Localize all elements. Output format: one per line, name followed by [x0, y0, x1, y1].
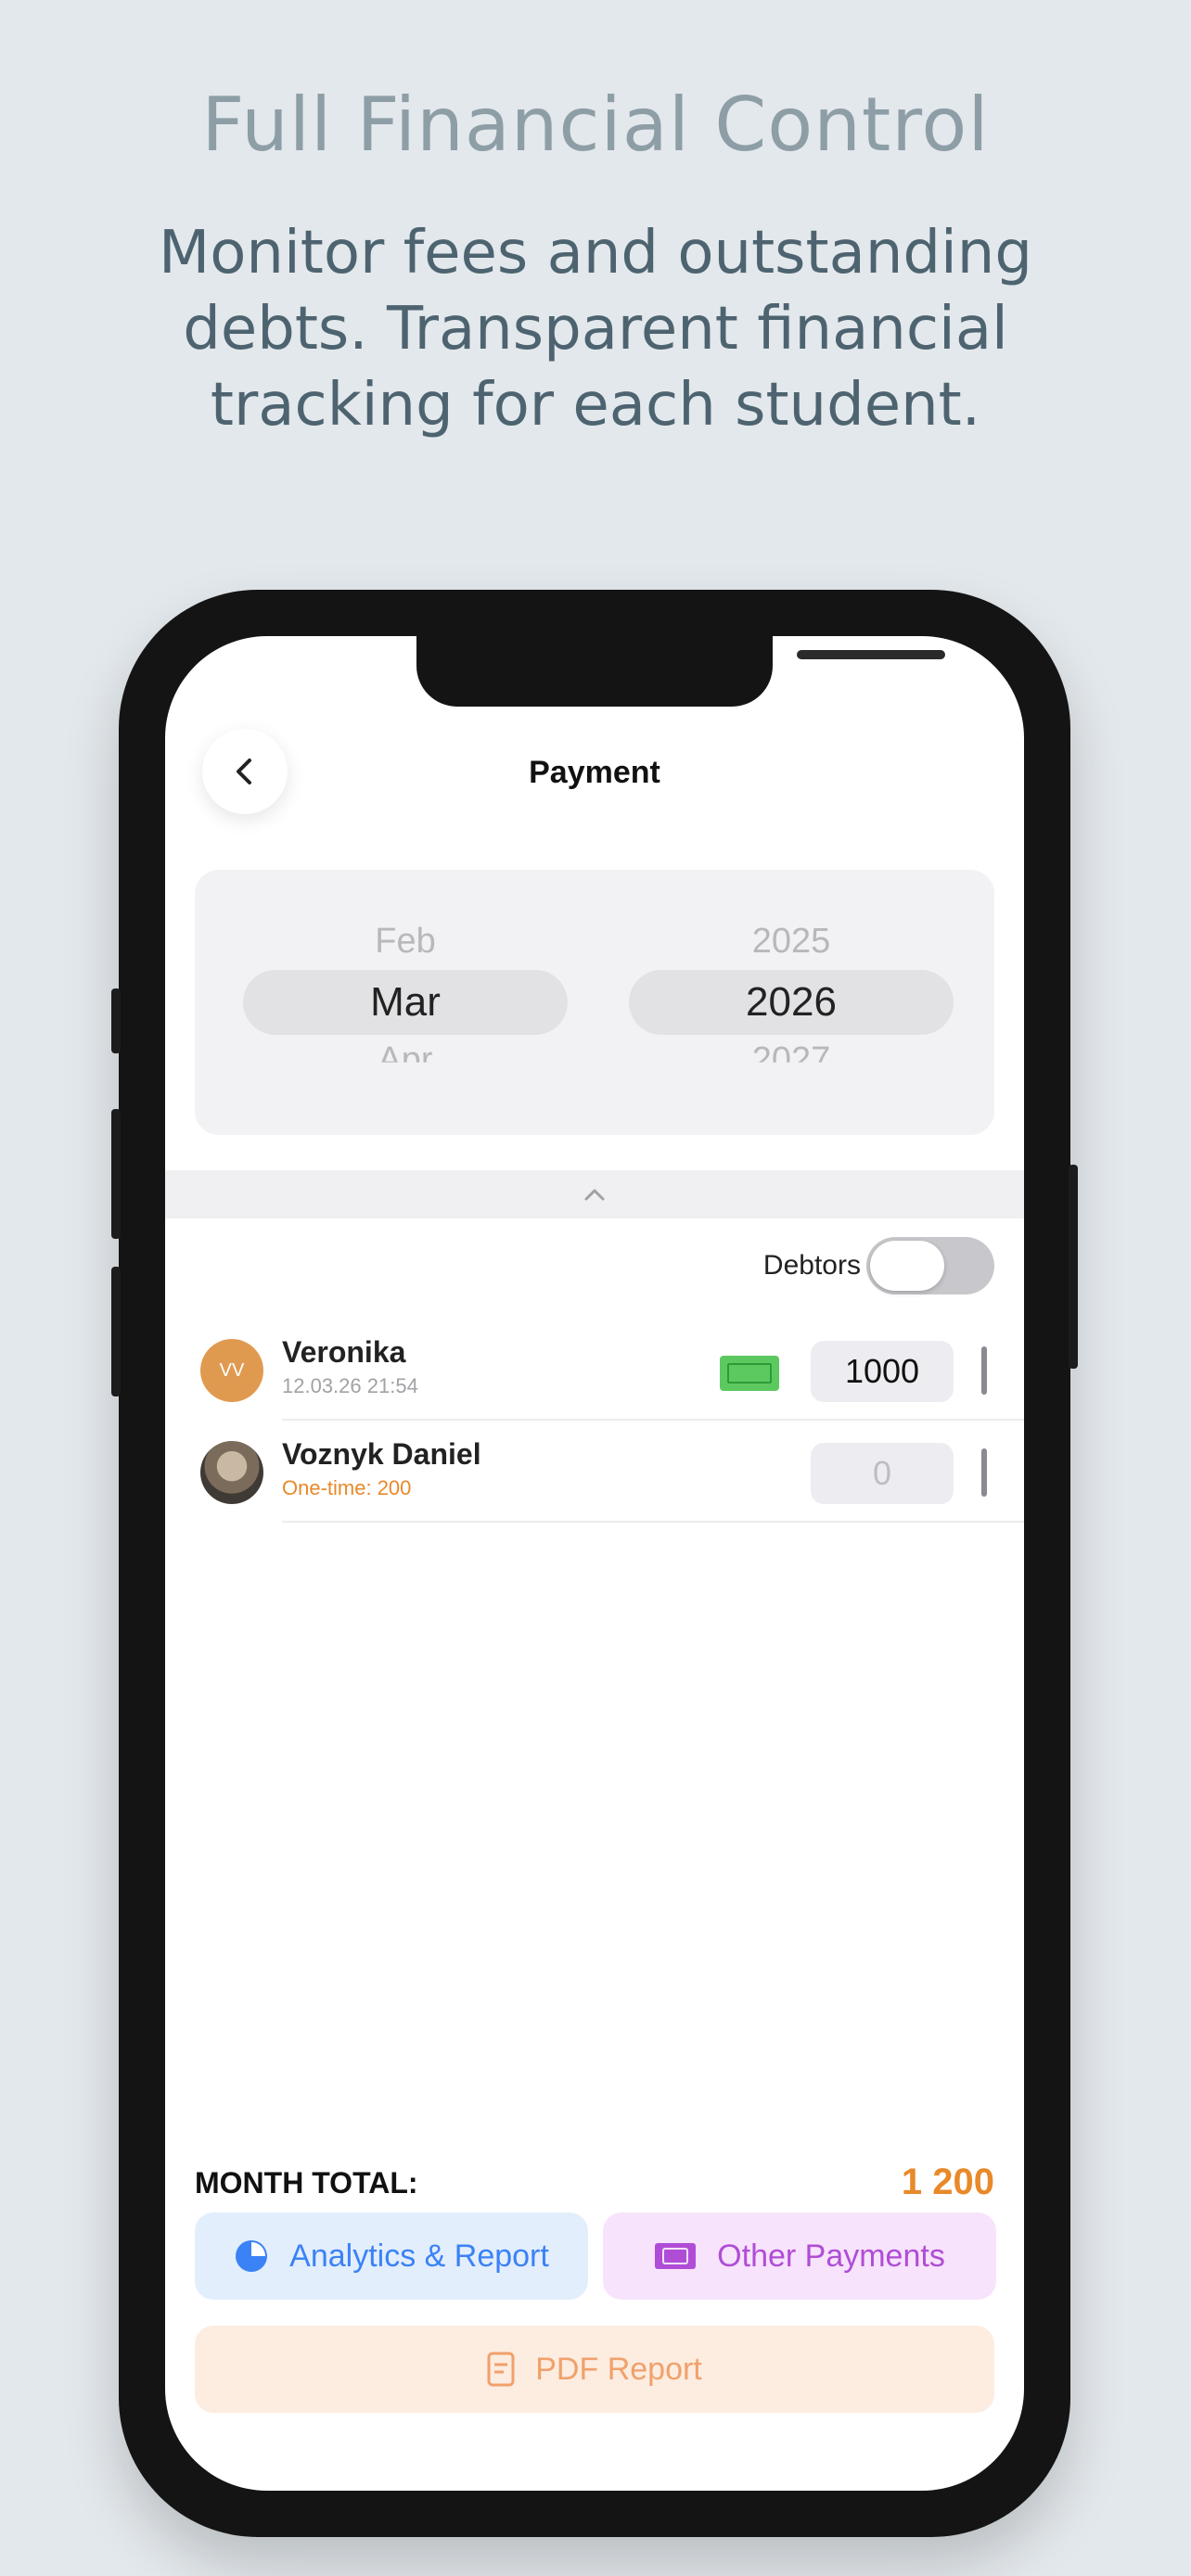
month-option[interactable]: Apr [243, 1040, 568, 1063]
debtors-only-toggle[interactable] [866, 1237, 994, 1294]
payment-timestamp: 12.03.26 21:54 [282, 1374, 418, 1397]
year-wheel[interactable]: 2025 2026 2027 [629, 870, 954, 1135]
cash-icon [720, 1356, 779, 1391]
volume-up-button [111, 1109, 121, 1239]
student-name: Veronika [282, 1335, 406, 1369]
selected-month[interactable]: Mar [243, 979, 568, 1026]
collapse-picker-button[interactable] [165, 1170, 1024, 1218]
month-total-label: MONTH TOTAL: [195, 2166, 418, 2200]
analytics-report-button[interactable]: Analytics & Report [195, 2213, 588, 2300]
month-option[interactable]: Feb [243, 922, 568, 962]
list-item[interactable]: Voznyk Daniel One-time: 200 0 [165, 1422, 1024, 1523]
mute-switch [111, 988, 121, 1053]
other-payments-button[interactable]: Other Payments [603, 2213, 996, 2300]
notch [416, 636, 945, 707]
other-payments-label: Other Payments [717, 2238, 945, 2274]
banknote-icon [655, 2243, 697, 2269]
promo-subline: Monitor fees and outstanding debts. Tran… [159, 219, 1032, 440]
drag-handle[interactable] [981, 1448, 987, 1497]
month-total-value: 1 200 [901, 2162, 994, 2202]
divider [282, 1521, 1024, 1523]
analytics-icon [236, 2240, 268, 2272]
app-screen: Payment Feb Mar Apr 2025 2026 2027 Debto… [165, 636, 1024, 2491]
power-button [1069, 1165, 1078, 1369]
drag-handle[interactable] [981, 1346, 987, 1395]
page-title: Payment [529, 755, 660, 790]
student-name: Voznyk Daniel [282, 1437, 481, 1471]
year-option[interactable]: 2025 [629, 922, 954, 962]
year-option[interactable]: 2027 [629, 1040, 954, 1063]
pdf-report-label: PDF Report [535, 2351, 702, 2387]
volume-down-button [111, 1267, 121, 1396]
phone-frame: Payment Feb Mar Apr 2025 2026 2027 Debto… [111, 590, 1078, 2537]
avatar [200, 1441, 263, 1504]
chevron-up-icon [584, 1189, 605, 1201]
amount-field[interactable]: 0 [811, 1443, 954, 1504]
month-year-picker[interactable]: Feb Mar Apr 2025 2026 2027 [195, 870, 994, 1135]
divider [282, 1419, 1024, 1421]
selected-year[interactable]: 2026 [629, 979, 954, 1026]
pdf-report-button[interactable]: PDF Report [195, 2326, 994, 2413]
amount-field[interactable]: 1000 [811, 1341, 954, 1402]
document-icon [487, 2352, 515, 2387]
list-item[interactable]: VV Veronika 12.03.26 21:54 1000 [165, 1320, 1024, 1421]
promo-headline: Full Financial Control [201, 82, 990, 168]
one-time-fee: One-time: 200 [282, 1476, 412, 1499]
avatar: VV [200, 1339, 263, 1402]
analytics-report-label: Analytics & Report [289, 2238, 549, 2274]
month-wheel[interactable]: Feb Mar Apr [243, 870, 568, 1135]
